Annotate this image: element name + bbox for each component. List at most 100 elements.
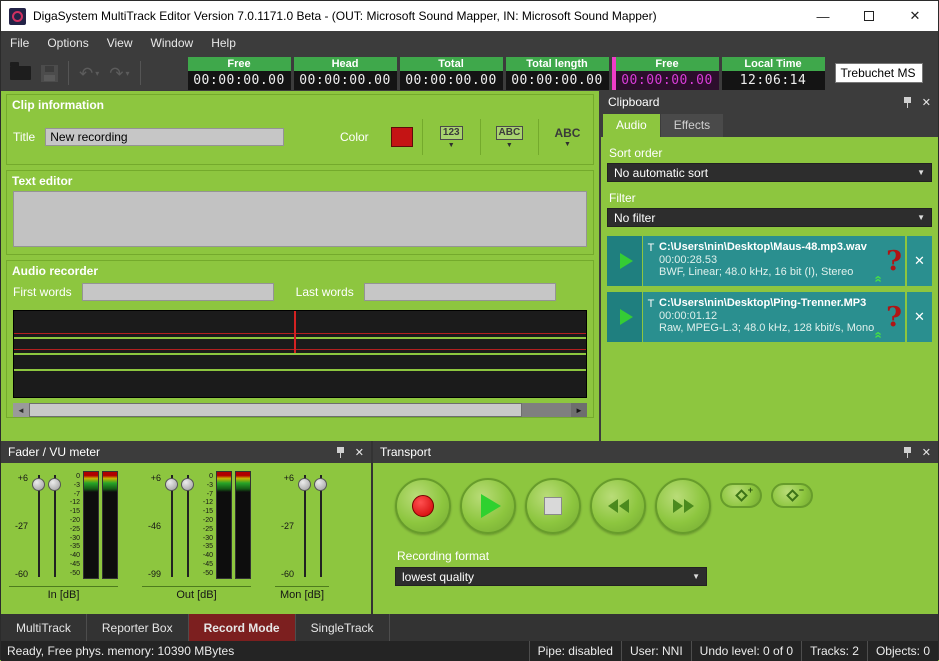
maximize-button[interactable]: [846, 1, 892, 31]
fader-knob[interactable]: [314, 478, 327, 491]
play-clip-button[interactable]: [607, 236, 643, 286]
transport-content: + − Recording format lowest quality ▼: [373, 463, 938, 595]
stop-button[interactable]: [525, 478, 581, 534]
vu-meters: +6 -27 -60 0 -3 -7 -12 -15 -20 -25 -30 -…: [9, 471, 118, 581]
fader-knob[interactable]: [32, 478, 45, 491]
tab-reporter-box[interactable]: Reporter Box: [87, 614, 189, 641]
scrollbar-track[interactable]: [29, 403, 571, 417]
scrollbar-thumb[interactable]: [29, 403, 522, 417]
record-button[interactable]: [395, 478, 451, 534]
add-marker-button[interactable]: +: [720, 483, 762, 508]
lane-divider: [14, 353, 586, 355]
menu-window[interactable]: Window: [142, 31, 203, 55]
time-displays: Free 00:00:00.00 Head 00:00:00.00 Total …: [188, 57, 825, 90]
remove-item-button[interactable]: ✕: [905, 236, 932, 286]
separator: [538, 119, 539, 155]
remove-item-button[interactable]: ✕: [905, 292, 932, 342]
redo-button[interactable]: ↷ ▾: [104, 59, 134, 87]
fader-slider[interactable]: [47, 471, 63, 581]
chevron-down-icon: ▾: [126, 69, 130, 78]
close-panel-button[interactable]: ✕: [922, 96, 931, 109]
fader-panel-header: Fader / VU meter ✕: [1, 441, 371, 463]
chevron-down-icon: ▼: [917, 213, 925, 222]
fader-knob[interactable]: [181, 478, 194, 491]
abc-dropdown-button[interactable]: ABC ▼: [548, 118, 587, 156]
status-message: Ready, Free phys. memory: 10390 MBytes: [1, 644, 234, 658]
text-editor-section: Text editor: [6, 170, 594, 255]
scroll-right-button[interactable]: ►: [571, 403, 587, 417]
fader-slider[interactable]: [313, 471, 329, 581]
fader-knob[interactable]: [165, 478, 178, 491]
menu-view[interactable]: View: [98, 31, 142, 55]
vu-bars: [216, 471, 251, 581]
undo-button[interactable]: ↶ ▾: [74, 59, 104, 87]
tab-audio[interactable]: Audio: [603, 114, 660, 137]
fader-slider[interactable]: [297, 471, 313, 581]
fader-slider[interactable]: [31, 471, 47, 581]
close-button[interactable]: ✕: [892, 1, 938, 31]
vu-scale: 0 -3 -7 -12 -15 -20 -25 -30 -35 -40 -45 …: [196, 471, 216, 581]
sort-order-label: Sort order: [609, 146, 932, 160]
abc-icon: ABC: [552, 127, 582, 139]
fader-knob[interactable]: [298, 478, 311, 491]
pin-icon[interactable]: [335, 446, 346, 459]
close-panel-button[interactable]: ✕: [355, 446, 364, 459]
first-words-input[interactable]: [82, 283, 274, 301]
numbering-dropdown-button[interactable]: 123 ▼: [432, 118, 471, 156]
missing-file-icon: ?: [883, 292, 905, 342]
clipboard-item[interactable]: T C:\Users\nin\Desktop\Ping-Trenner.MP3 …: [607, 292, 932, 342]
vu-group-label: Out [dB]: [142, 586, 251, 601]
menu-options[interactable]: Options: [38, 31, 97, 55]
minus-icon: −: [799, 485, 804, 495]
vu-group-out: +6 -46 -99 0 -3 -7 -12 -15 -20 -25 -30 -…: [142, 471, 251, 614]
rewind-button[interactable]: [590, 478, 646, 534]
menu-help[interactable]: Help: [202, 31, 245, 55]
title-input[interactable]: [45, 128, 284, 146]
collapse-chevron-icon[interactable]: «: [873, 275, 883, 282]
clipboard-item[interactable]: T C:\Users\nin\Desktop\Maus-48.mp3.wav 0…: [607, 236, 932, 286]
play-button[interactable]: [460, 478, 516, 534]
tab-multitrack[interactable]: MultiTrack: [1, 614, 87, 641]
section-title: Audio recorder: [7, 261, 593, 279]
minimize-button[interactable]: —: [800, 1, 846, 31]
close-panel-button[interactable]: ✕: [922, 446, 931, 459]
scroll-left-button[interactable]: ◄: [13, 403, 29, 417]
pin-icon[interactable]: [902, 446, 913, 459]
last-words-input[interactable]: [364, 283, 556, 301]
lane-divider: [14, 369, 586, 371]
save-button[interactable]: [36, 59, 63, 87]
fader-knob[interactable]: [48, 478, 61, 491]
remove-marker-button[interactable]: −: [771, 483, 813, 508]
section-title: Text editor: [7, 171, 593, 189]
text-editor-input[interactable]: [13, 191, 587, 247]
open-button[interactable]: [5, 59, 36, 87]
fader-slider[interactable]: [180, 471, 196, 581]
fader-slider[interactable]: [164, 471, 180, 581]
vu-group-mon: +6 -27 -60 Mon [dB]: [275, 471, 329, 614]
tab-effects[interactable]: Effects: [661, 114, 723, 137]
first-words-label: First words: [13, 285, 72, 299]
color-swatch-button[interactable]: [391, 127, 413, 147]
tab-record-mode[interactable]: Record Mode: [189, 614, 296, 641]
toolbar: ↶ ▾ ↷ ▾ Free 00:00:00.00 Head 00:00:00.0…: [1, 55, 938, 91]
menu-file[interactable]: File: [1, 31, 38, 55]
undo-icon: ↶: [79, 65, 93, 82]
recording-format-select[interactable]: lowest quality ▼: [395, 567, 707, 586]
sort-order-select[interactable]: No automatic sort ▼: [607, 163, 932, 182]
clipboard-panel: Clipboard ✕ Audio Effects Sort order No …: [599, 91, 938, 441]
collapse-chevron-icon[interactable]: «: [873, 331, 883, 338]
abc-table-dropdown-button[interactable]: ABC ▼: [490, 118, 529, 156]
filter-select[interactable]: No filter ▼: [607, 208, 932, 227]
fast-forward-button[interactable]: [655, 478, 711, 534]
chevron-down-icon: ▼: [692, 572, 700, 581]
fader-scale: +6 -27 -60: [9, 471, 31, 581]
font-selector[interactable]: Trebuchet MS: [835, 63, 923, 83]
clipboard-panel-header: Clipboard ✕: [601, 91, 938, 113]
plus-icon: +: [748, 485, 753, 495]
pin-icon[interactable]: [902, 96, 913, 109]
recorder-waveform-display[interactable]: [13, 310, 587, 398]
missing-file-icon: ?: [883, 236, 905, 286]
chevron-down-icon: ▼: [917, 168, 925, 177]
tab-singletrack[interactable]: SingleTrack: [296, 614, 390, 641]
play-clip-button[interactable]: [607, 292, 643, 342]
